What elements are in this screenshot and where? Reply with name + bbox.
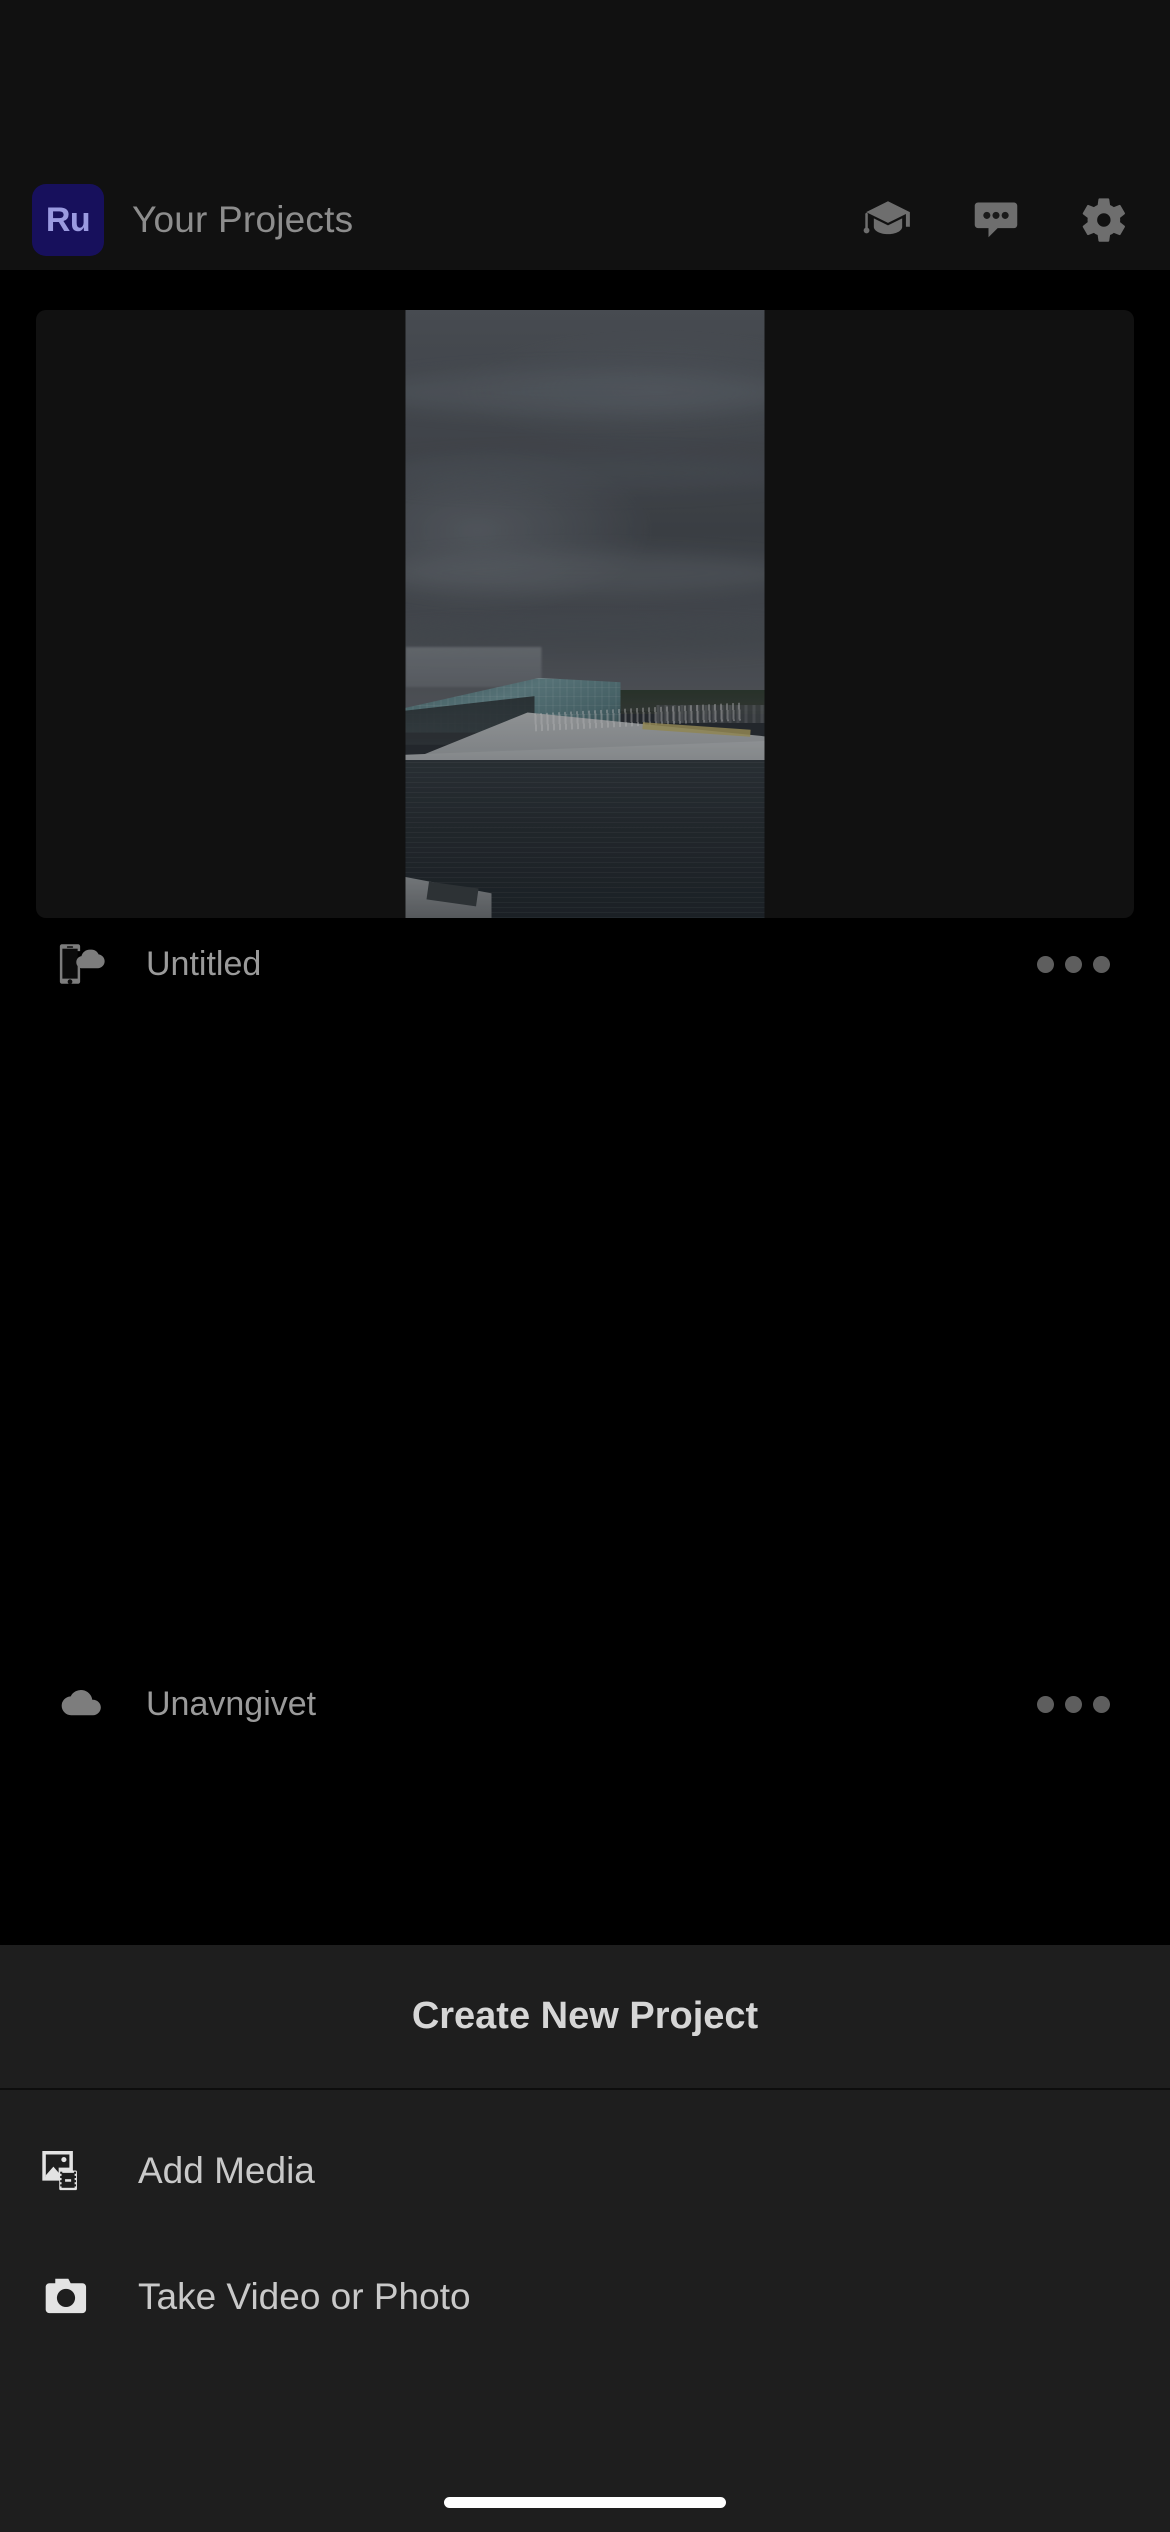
app-header: Ru Your Projects bbox=[0, 170, 1170, 270]
cloud-icon bbox=[50, 1675, 108, 1733]
project-more-button[interactable] bbox=[1027, 940, 1120, 989]
more-dot bbox=[1037, 1695, 1054, 1713]
project-meta-row: Unavngivet bbox=[36, 1658, 1134, 1750]
project-name: Untitled bbox=[146, 944, 262, 983]
create-new-project-sheet: Create New Project Add Media Take Video … bbox=[0, 1945, 1170, 2532]
settings-icon[interactable] bbox=[1076, 192, 1132, 248]
more-dot bbox=[1065, 1695, 1082, 1713]
project-thumbnail[interactable] bbox=[36, 310, 1134, 918]
sheet-item-take-video-or-photo[interactable]: Take Video or Photo bbox=[0, 2252, 1170, 2342]
project-item: Untitled bbox=[0, 310, 1170, 1010]
app-logo: Ru bbox=[32, 184, 104, 256]
project-thumbnail[interactable] bbox=[36, 1050, 1134, 1658]
feedback-icon[interactable] bbox=[968, 192, 1024, 248]
more-dot bbox=[1037, 955, 1054, 973]
sheet-item-label: Add Media bbox=[138, 2150, 315, 2191]
header-actions bbox=[860, 192, 1138, 248]
project-more-button[interactable] bbox=[1027, 1680, 1120, 1729]
more-dot bbox=[1093, 1695, 1110, 1713]
projects-scroll-area[interactable]: Untitled Unavngivet bbox=[0, 270, 1170, 1945]
page-title: Your Projects bbox=[132, 199, 354, 240]
sheet-item-label: Take Video or Photo bbox=[138, 2276, 471, 2317]
learn-icon[interactable] bbox=[860, 192, 916, 248]
status-bar-area bbox=[0, 0, 1170, 170]
sheet-title: Create New Project bbox=[0, 1945, 1170, 2090]
device-cloud-icon bbox=[50, 935, 108, 993]
more-dot bbox=[1093, 955, 1110, 973]
camera-icon bbox=[36, 2267, 96, 2327]
project-item: Unavngivet bbox=[0, 1050, 1170, 1750]
sheet-item-add-media[interactable]: Add Media bbox=[0, 2126, 1170, 2216]
project-name: Unavngivet bbox=[146, 1684, 317, 1723]
project-thumbnail-photo bbox=[405, 310, 765, 918]
media-library-icon bbox=[36, 2141, 96, 2201]
app-logo-text: Ru bbox=[45, 200, 91, 239]
project-meta-row: Untitled bbox=[36, 918, 1134, 1010]
more-dot bbox=[1065, 955, 1082, 973]
home-indicator[interactable] bbox=[444, 2497, 726, 2508]
app-root: Ru Your Projects Untitled Unavngivet Cre… bbox=[0, 0, 1170, 2532]
